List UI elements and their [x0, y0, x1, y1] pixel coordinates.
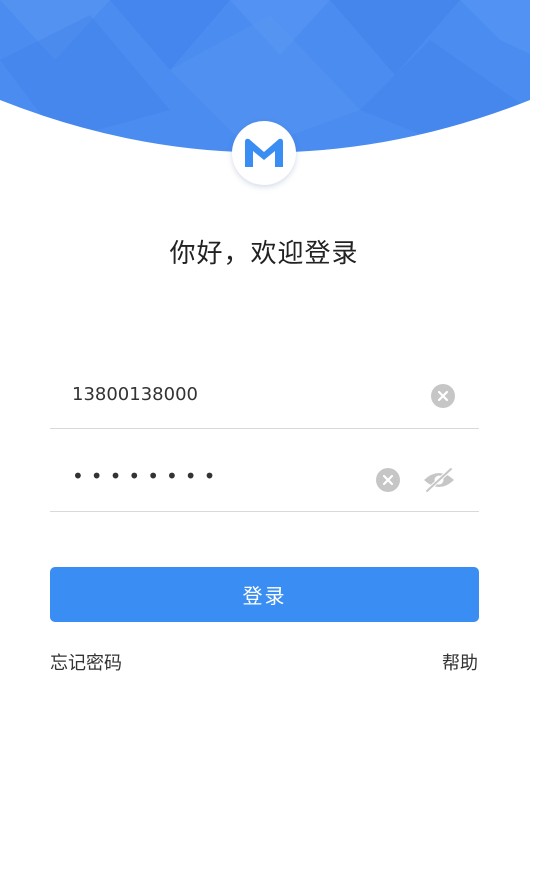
clear-circle-icon[interactable]	[374, 466, 402, 494]
clear-circle-icon[interactable]	[429, 382, 457, 410]
password-input-value[interactable]: ••••••••	[72, 464, 222, 488]
page-title: 你好，欢迎登录	[169, 239, 359, 269]
phone-field[interactable]: 13800138000	[50, 376, 479, 429]
app-logo	[232, 121, 296, 185]
password-field[interactable]: ••••••••	[50, 458, 479, 512]
phone-input-value[interactable]: 13800138000	[72, 384, 198, 405]
m-logo-icon	[245, 138, 283, 167]
login-button[interactable]: 登录	[50, 567, 479, 622]
help-link[interactable]: 帮助	[442, 649, 478, 675]
forgot-password-link[interactable]: 忘记密码	[50, 649, 122, 675]
eye-off-icon[interactable]	[422, 466, 456, 494]
